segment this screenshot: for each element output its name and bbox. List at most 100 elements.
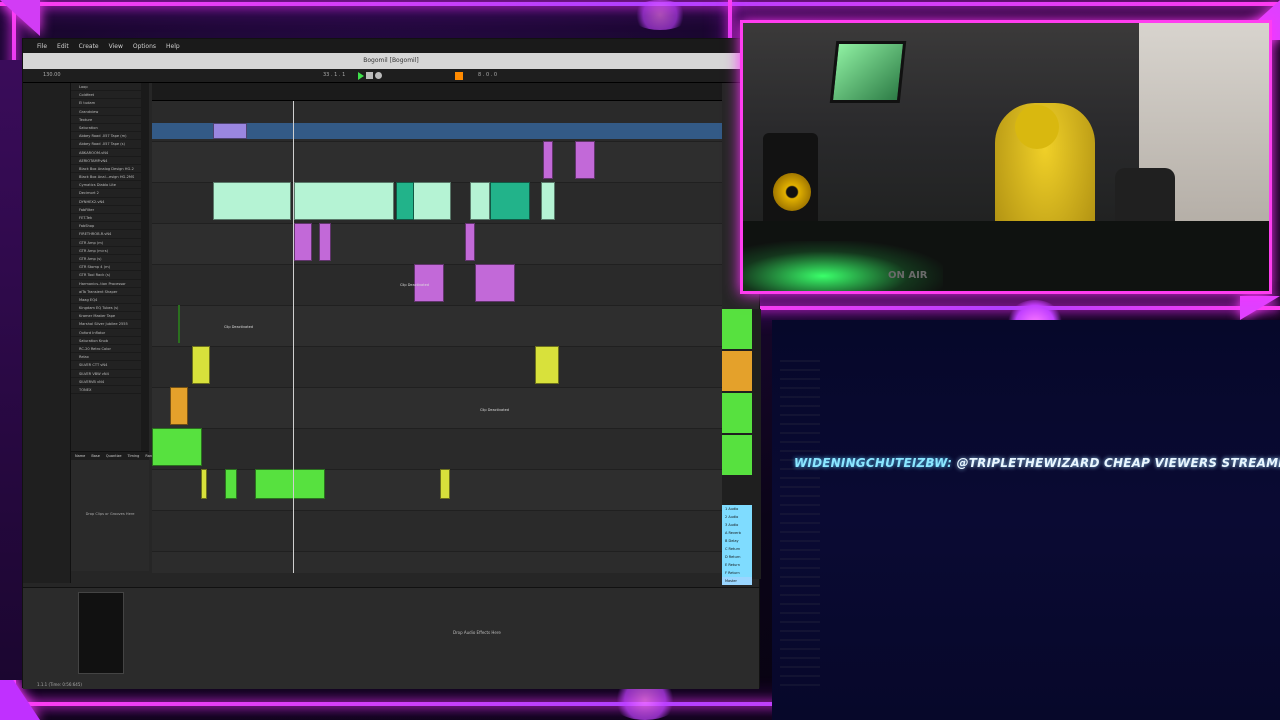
browser-item[interactable]: Kramer Master Tape [71, 312, 148, 321]
browser-item[interactable]: Marshal Silver Jubilee 2555 [71, 320, 148, 329]
browser-item[interactable]: Texture [71, 116, 148, 124]
clip[interactable] [541, 182, 555, 220]
timeline-ruler[interactable] [152, 83, 722, 101]
track-lane[interactable] [152, 511, 722, 552]
clip[interactable] [575, 141, 595, 179]
device-slot[interactable] [78, 592, 124, 674]
browser-item[interactable]: GTR Stomp 4 (m) [71, 263, 148, 272]
browser-item[interactable]: AERIOTAMP.vN4 [71, 157, 148, 165]
browser-item[interactable]: Abbey Road .057 Tape (s) [71, 140, 148, 149]
browser-item[interactable]: ABKAROOM.vN4 [71, 149, 148, 157]
clip[interactable] [213, 123, 247, 139]
position-display[interactable]: 33 . 1 . 1 [323, 72, 345, 78]
browser-item[interactable]: FET-Tek [71, 214, 148, 223]
browser-item[interactable]: SILVER VBW vN4 [71, 370, 148, 378]
browser-item[interactable]: DYNHEX2.vN4 [71, 198, 148, 206]
browser-item[interactable]: El tudam [71, 99, 148, 108]
mixer-strip[interactable] [722, 309, 752, 349]
browser-item[interactable]: Cymatics Diablo Lite [71, 181, 148, 190]
browser-item[interactable]: Kingdam EQ Tubes (s) [71, 304, 148, 313]
groove-drop-hint[interactable]: Drop Clips or Grooves Here [71, 512, 149, 516]
menu-file[interactable]: File [37, 43, 47, 50]
browser-item[interactable]: Grandview [71, 108, 148, 116]
drop-effects-hint[interactable]: Drop Audio Effects Here [453, 630, 501, 635]
clip[interactable] [294, 182, 394, 220]
clip[interactable] [201, 469, 207, 499]
clip[interactable] [396, 182, 414, 220]
track-lane[interactable] [152, 224, 722, 265]
clip[interactable] [213, 182, 291, 220]
stop-icon[interactable] [366, 72, 373, 79]
browser-item[interactable]: FIRETHROB.R.vN4 [71, 230, 148, 239]
track-lane[interactable] [152, 388, 722, 429]
track-lane[interactable] [152, 429, 722, 470]
clip[interactable] [192, 346, 210, 384]
clip[interactable] [543, 141, 553, 179]
return-track-label[interactable]: A Reverb [722, 529, 752, 537]
return-track-label[interactable]: E Return [722, 561, 752, 569]
menu-options[interactable]: Options [133, 43, 156, 50]
browser-item[interactable]: Black Box Analog Design HG-2 [71, 165, 148, 174]
browser-item[interactable]: GTR Tool Rack (s) [71, 271, 148, 280]
clip[interactable] [475, 264, 515, 302]
browser-item[interactable]: Maag EQ4 [71, 296, 148, 305]
return-track-label[interactable]: D Return [722, 553, 752, 561]
play-icon[interactable] [358, 72, 364, 80]
browser-item[interactable]: GTR Amp (m) [71, 239, 148, 247]
track-lane[interactable] [152, 347, 722, 388]
browser-item[interactable]: aiTa Transient Shaper [71, 288, 148, 296]
clip[interactable] [152, 428, 202, 466]
tempo-display[interactable]: 130.00 [43, 72, 61, 78]
return-track-label[interactable]: F Return [722, 569, 752, 577]
browser-item[interactable]: RC-20 Retro Color [71, 345, 148, 354]
browser-item[interactable]: FabShop [71, 222, 148, 231]
browser-item[interactable]: Abbey Road .057 Tape (m) [71, 132, 148, 141]
browser-item[interactable]: Decimort 2 [71, 189, 148, 198]
browser-item[interactable]: SILVER CTT vN4 [71, 361, 148, 370]
return-track-label[interactable]: B Delay [722, 537, 752, 545]
browser-item[interactable]: TONEX [71, 386, 148, 395]
record-icon[interactable] [375, 72, 382, 79]
mixer-strip[interactable] [722, 435, 752, 475]
arrangement-view[interactable]: Clip Deactivated Clip Deactivated Clip Dea… [152, 83, 722, 573]
browser-item[interactable]: Harmonics..tion Processor [71, 280, 148, 288]
browser-item[interactable]: GTR Amp (s) [71, 255, 148, 264]
return-track-label[interactable]: 2 Audio [722, 513, 752, 521]
clip[interactable] [294, 223, 312, 261]
browser-item[interactable]: Oxford Inflator [71, 329, 148, 337]
clip[interactable] [170, 387, 188, 425]
clip[interactable] [535, 346, 559, 384]
overdub-button[interactable] [455, 72, 463, 80]
clip[interactable] [465, 223, 475, 261]
clip[interactable] [255, 469, 325, 499]
browser-item[interactable]: Saturation [71, 124, 148, 133]
browser-item[interactable]: Loop [71, 83, 148, 92]
clip[interactable] [319, 223, 331, 261]
clip[interactable] [490, 182, 530, 220]
menu-view[interactable]: View [109, 43, 123, 50]
return-track-label[interactable]: C Return [722, 545, 752, 553]
track-lane[interactable] [152, 142, 722, 183]
browser-item[interactable]: Saturation Knob [71, 337, 148, 345]
menu-edit[interactable]: Edit [57, 43, 69, 50]
clip[interactable] [470, 182, 490, 220]
clip[interactable] [225, 469, 237, 499]
return-track-label[interactable]: 3 Audio [722, 521, 752, 529]
mixer-strip[interactable] [722, 351, 752, 391]
browser-item[interactable]: Coldfeet [71, 91, 148, 100]
browser-item[interactable]: GTR Amp (m>s) [71, 247, 148, 255]
clip[interactable] [178, 305, 180, 343]
playhead[interactable] [293, 101, 294, 573]
mixer-strip[interactable] [722, 393, 752, 433]
browser-item[interactable]: Relax [71, 353, 148, 362]
browser-item[interactable]: FabFilter [71, 206, 148, 214]
clip[interactable] [440, 469, 450, 499]
return-track-label[interactable]: 1 Audio [722, 505, 752, 513]
browser-item[interactable]: SILVERVB vN4 [71, 378, 148, 386]
return-track-label[interactable]: Master [722, 577, 752, 585]
menu-create[interactable]: Create [79, 43, 99, 50]
loop-length-display[interactable]: 8 . 0 . 0 [478, 72, 497, 78]
track-lane[interactable] [152, 470, 722, 511]
menu-help[interactable]: Help [166, 43, 180, 50]
browser-item[interactable]: Black Box Anal...esign HG-2MS [71, 173, 148, 182]
